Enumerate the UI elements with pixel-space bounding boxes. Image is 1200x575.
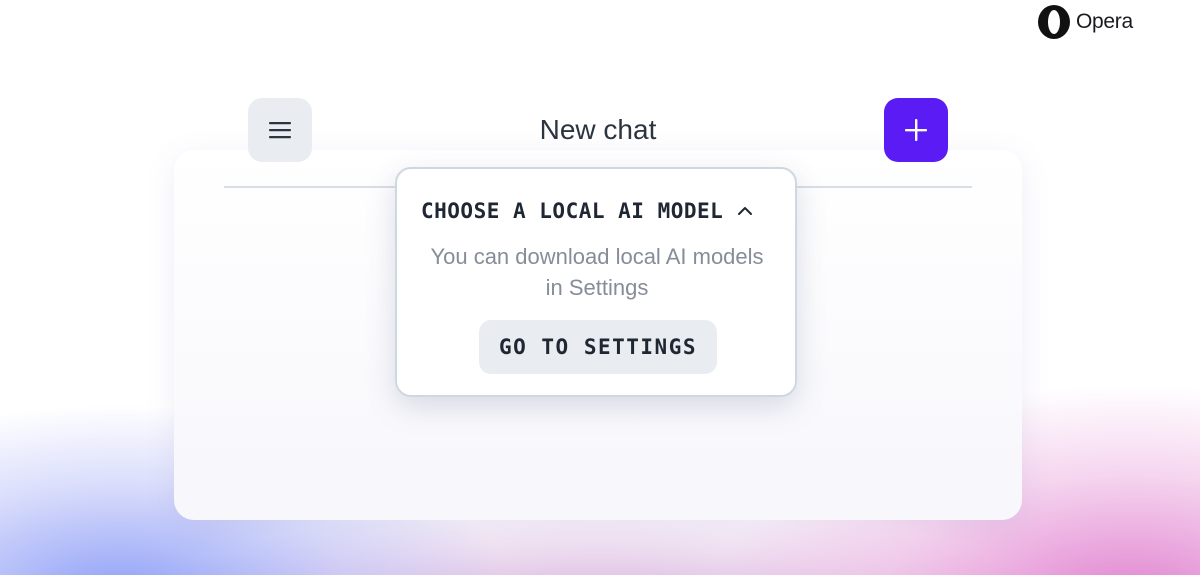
opera-logo: Opera — [1036, 4, 1133, 40]
plus-icon — [905, 119, 927, 141]
brand-name: Opera — [1076, 10, 1133, 33]
model-picker-title: CHOOSE A LOCAL AI MODEL — [421, 199, 724, 223]
chevron-up-icon — [738, 207, 753, 215]
page-title: New chat — [539, 114, 657, 145]
opera-logo-icon — [1038, 5, 1070, 39]
local-model-popover: CHOOSE A LOCAL AI MODEL You can download… — [395, 167, 797, 397]
go-to-settings-button[interactable]: GO TO SETTINGS — [479, 320, 717, 374]
model-picker-toggle[interactable]: CHOOSE A LOCAL AI MODEL — [421, 199, 753, 223]
new-chat-button[interactable] — [884, 98, 948, 162]
model-picker-description: You can download local AI models in Sett… — [430, 244, 764, 300]
